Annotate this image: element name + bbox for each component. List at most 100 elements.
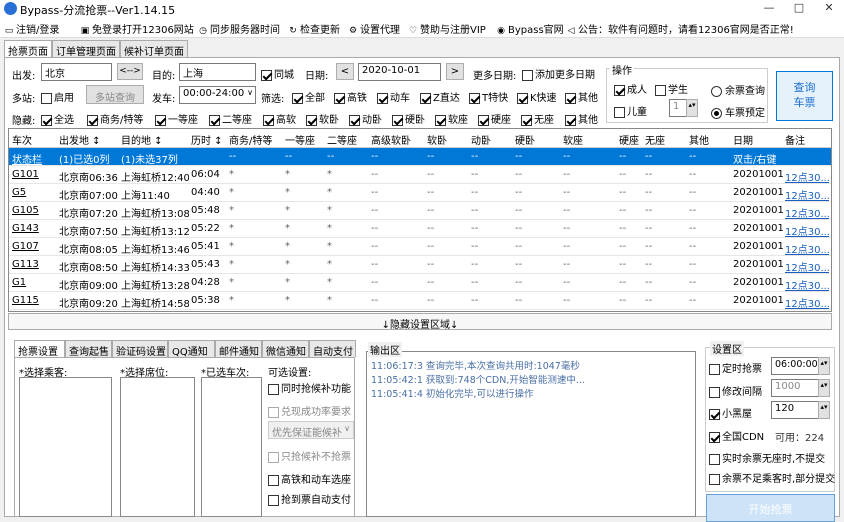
blackroom-value-input[interactable]: 120 (771, 401, 819, 419)
filter-gaotie-checkbox[interactable]: 高铁 (334, 89, 367, 104)
table-row[interactable]: G107 北京南08:05 上海虹桥13:46 05:41 * * * -- -- -- -- -- -… (9, 238, 831, 256)
minimize-button[interactable]: — (758, 1, 780, 17)
hide-first-checkbox[interactable]: 一等座 (155, 111, 198, 126)
blackroom-spinner[interactable]: ▴▾ (818, 401, 830, 419)
hide-all-checkbox[interactable]: 全选 (41, 111, 74, 126)
column-header[interactable]: 备注 (785, 132, 805, 147)
hide-gaoruan-checkbox[interactable]: 高软 (263, 111, 296, 126)
cdn-checkbox[interactable]: 全国CDN (709, 428, 764, 443)
remain-query-radio[interactable]: 余票查询 (711, 82, 765, 97)
column-header[interactable]: 硬卧 (515, 132, 535, 147)
start-grab-button[interactable]: 开始抢票 (706, 494, 835, 522)
waitlist-only-checkbox[interactable]: 只抢候补不抢票 (268, 448, 351, 463)
prev-date-button[interactable]: < (336, 63, 354, 80)
hide-settings-bar[interactable]: ↓隐藏设置区域↓ (8, 313, 832, 331)
close-button[interactable]: ✕ (818, 1, 840, 17)
seats-list[interactable] (120, 377, 195, 517)
query-tickets-button[interactable]: 查询 车票 (776, 71, 833, 121)
multi-query-button[interactable]: 多站查询 (86, 85, 144, 104)
add-more-dates-checkbox[interactable]: 添加更多日期 (522, 66, 595, 81)
table-row[interactable]: G113 北京南08:50 上海虹桥14:33 05:43 * * * -- -- -- -- -- -… (9, 256, 831, 274)
adult-checkbox[interactable]: 成人 (614, 81, 647, 96)
timed-spinner[interactable]: ▴▾ (818, 357, 830, 375)
column-header[interactable]: 无座 (645, 132, 665, 147)
passengers-list[interactable] (19, 377, 112, 517)
website-button[interactable]: ◉ Bypass官网 (496, 21, 564, 36)
column-header[interactable]: 日期 (733, 132, 753, 147)
child-count-spinner[interactable]: ▴▾ (686, 99, 698, 117)
interval-value-input[interactable]: 1000 (771, 379, 819, 397)
interval-checkbox[interactable]: 修改间隔 (709, 383, 762, 398)
logout-button[interactable]: ▭ 注销/登录 (4, 21, 60, 36)
column-header[interactable]: 一等座 (285, 132, 315, 147)
next-date-button[interactable]: > (446, 63, 464, 80)
column-header[interactable]: 软卧 (427, 132, 447, 147)
same-city-checkbox[interactable]: 同城 (261, 66, 294, 81)
hide-second-checkbox[interactable]: 二等座 (209, 111, 252, 126)
hide-wuzuo-checkbox[interactable]: 无座 (521, 111, 554, 126)
hide-dongwo-checkbox[interactable]: 动卧 (349, 111, 382, 126)
filter-dongche-checkbox[interactable]: 动车 (377, 89, 410, 104)
ticket-reserve-radio[interactable]: 车票预定 (711, 104, 765, 119)
timed-ticket-checkbox[interactable]: 定时抢票 (709, 360, 762, 375)
interval-spinner[interactable]: ▴▾ (818, 379, 830, 397)
open-12306-button[interactable]: ▣ 免登录打开12306网站 (80, 21, 194, 36)
seat-select-checkbox[interactable]: 高铁和动车选座 (268, 471, 351, 486)
trains-list[interactable] (201, 377, 262, 517)
tab-captcha[interactable]: 验证码设置 (112, 340, 168, 358)
tab-orders[interactable]: 订单管理页面 (52, 40, 120, 58)
enable-checkbox[interactable]: 启用 (41, 89, 74, 104)
waitlist-priority-select[interactable]: 优先保证能候补 ∨ (268, 421, 354, 439)
hide-ruanzuo-checkbox[interactable]: 软座 (435, 111, 468, 126)
vertical-scrollbar[interactable]: ▲ ▼ (831, 129, 832, 311)
filter-other-checkbox[interactable]: 其他 (565, 89, 598, 104)
tab-autopay[interactable]: 自动支付 (309, 340, 356, 358)
depart-time-select[interactable]: 00:00-24:00 ∨ (179, 86, 256, 104)
student-checkbox[interactable]: 学生 (655, 81, 688, 96)
partial-submit-checkbox[interactable]: 余票不足乘客时,部分提交 (709, 470, 835, 485)
hide-other-checkbox[interactable]: 其他 (565, 111, 598, 126)
tab-waitlist[interactable]: 候补订单页面 (120, 40, 188, 58)
realtime-no-seat-checkbox[interactable]: 实时余票无座时,不提交 (709, 450, 825, 465)
child-checkbox[interactable]: 儿童 (614, 103, 647, 118)
table-row[interactable]: G105 北京南07:20 上海虹桥13:08 05:48 * * * -- -- -- -- -- -… (9, 202, 831, 220)
tab-query-sale[interactable]: 查询起售 (65, 340, 112, 358)
maximize-button[interactable]: □ (788, 1, 810, 17)
hide-business-checkbox[interactable]: 商务/特等 (87, 111, 143, 126)
filter-t-checkbox[interactable]: T特快 (469, 89, 508, 104)
column-header[interactable]: 出发地 ↕ (59, 132, 101, 147)
column-header[interactable]: 硬座 (619, 132, 639, 147)
column-header[interactable]: 目的地 ↕ (121, 132, 163, 147)
filter-k-checkbox[interactable]: K快速 (517, 89, 557, 104)
proxy-button[interactable]: ⚙ 设置代理 (348, 21, 400, 36)
to-input[interactable]: 上海 (179, 63, 256, 81)
column-header[interactable]: 软座 (563, 132, 583, 147)
hide-ruanwo-checkbox[interactable]: 软卧 (306, 111, 339, 126)
table-row[interactable]: G143 北京南07:50 上海虹桥13:12 05:22 * * * -- -- -- -- -- -… (9, 220, 831, 238)
filter-z-checkbox[interactable]: Z直达 (420, 89, 460, 104)
autopay-checkbox[interactable]: 抢到票自动支付 (268, 491, 351, 506)
column-header[interactable]: 高级软卧 (371, 132, 411, 147)
child-count-input[interactable]: 1 (669, 99, 687, 117)
swap-button[interactable]: <--> (117, 63, 143, 80)
column-header[interactable]: 商务/特等 (229, 132, 272, 147)
blackroom-checkbox[interactable]: 小黑屋 (709, 405, 752, 420)
hide-yingwo-checkbox[interactable]: 硬卧 (392, 111, 425, 126)
table-row[interactable]: G1 北京南09:00 上海虹桥13:28 04:28 * * * -- -- -- -- -- -- -… (9, 274, 831, 292)
column-header[interactable]: 二等座 (327, 132, 357, 147)
vip-button[interactable]: ♡ 赞助与注册VIP (408, 21, 486, 36)
hide-yingzuo-checkbox[interactable]: 硬座 (478, 111, 511, 126)
tab-email[interactable]: 邮件通知 (215, 340, 262, 358)
waitlist-checkbox[interactable]: 同时抢候补功能 (268, 380, 351, 395)
tab-wechat[interactable]: 微信通知 (262, 340, 309, 358)
table-row[interactable]: G101 北京南06:36 上海虹桥12:40 06:04 * * * -- -- -- -- -- -… (9, 166, 831, 184)
filter-all-checkbox[interactable]: 全部 (292, 89, 325, 104)
check-update-button[interactable]: ↻ 检查更新 (288, 21, 340, 36)
from-input[interactable]: 北京 (41, 63, 112, 81)
column-header[interactable]: 动卧 (471, 132, 491, 147)
table-row[interactable]: G5 北京南07:00 上海11:40 04:40 * * * -- -- -- -- -- -- -- -… (9, 184, 831, 202)
column-header[interactable]: 其他 (689, 132, 709, 147)
status-row[interactable]: 状态栏 (1)已选0列 (1)未选37列 -- -- -- -- -- -- -- -- -- -- --… (9, 148, 831, 166)
column-header[interactable]: 车次 (12, 132, 32, 147)
tab-ticket-settings[interactable]: 抢票设置 (14, 340, 65, 358)
